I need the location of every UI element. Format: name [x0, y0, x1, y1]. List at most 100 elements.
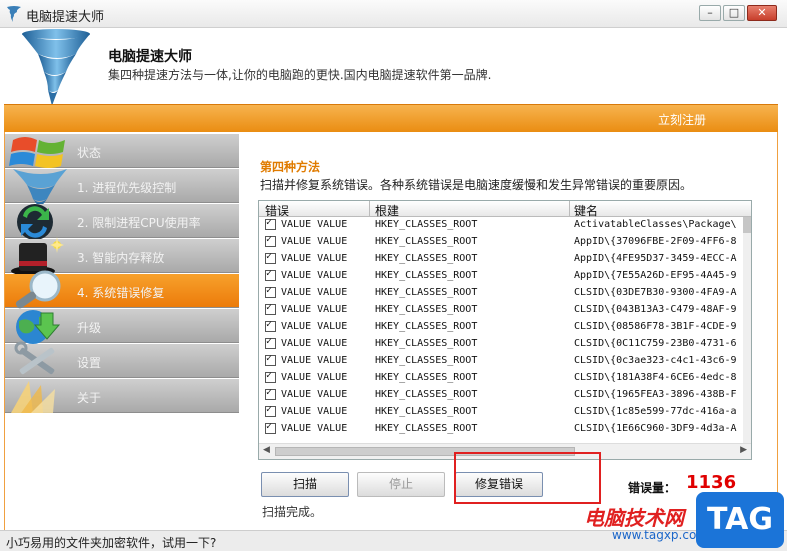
key-cell: CLSID\{03DE7B30-9300-4FA9-A	[574, 287, 737, 298]
table-row[interactable]: VALUE VALUE HKEY_CLASSES_ROOT CLSID\{1965F…	[259, 387, 743, 404]
section-title: 第四种方法	[260, 160, 321, 174]
register-link[interactable]: 立刻注册	[658, 111, 706, 128]
watermark-url: www.tagxp.com	[612, 528, 708, 542]
scroll-thumb[interactable]	[743, 217, 751, 233]
app-logo-icon	[7, 6, 21, 22]
error-cell: VALUE VALUE	[281, 338, 348, 349]
row-checkbox[interactable]	[265, 370, 276, 383]
error-cell: VALUE VALUE	[281, 236, 348, 247]
table-row[interactable]: VALUE VALUE HKEY_CLASSES_ROOT CLSID\{1c85e…	[259, 404, 743, 421]
sidebar-item-label: 状态	[77, 146, 102, 160]
sidebar-item-settings[interactable]: 设置	[5, 341, 239, 378]
row-checkbox[interactable]	[265, 217, 276, 230]
key-cell: AppID\{4FE95D37-3459-4ECC-A	[574, 253, 737, 264]
root-cell: HKEY_CLASSES_ROOT	[375, 389, 478, 400]
error-cell: VALUE VALUE	[281, 389, 348, 400]
table-row[interactable]: VALUE VALUE HKEY_CLASSES_ROOT CLSID\{043B1…	[259, 302, 743, 319]
row-checkbox[interactable]	[265, 268, 276, 281]
row-checkbox[interactable]	[265, 285, 276, 298]
sidebar-item-label: 1. 进程优先级控制	[77, 181, 177, 195]
row-checkbox[interactable]	[265, 251, 276, 264]
table-row[interactable]: VALUE VALUE HKEY_CLASSES_ROOT ActivatableC…	[259, 217, 743, 234]
vertical-scrollbar[interactable]	[743, 217, 751, 443]
row-checkbox[interactable]	[265, 421, 276, 434]
root-cell: HKEY_CLASSES_ROOT	[375, 338, 478, 349]
scan-button[interactable]: 扫描	[261, 472, 349, 497]
sidebar: 状态 1. 进程优先级控制 2. 限制进程CPU使用率 3. 智能内存释放 4.…	[5, 134, 239, 414]
key-cell: CLSID\{1E66C960-3DF9-4d3a-A	[574, 423, 737, 434]
column-divider[interactable]	[569, 201, 570, 217]
sidebar-item-upgrade[interactable]: 升级	[5, 309, 239, 344]
sidebar-item-error-repair[interactable]: 4. 系统错误修复	[5, 270, 239, 309]
table-row[interactable]: VALUE VALUE HKEY_CLASSES_ROOT AppID\{37096…	[259, 234, 743, 251]
error-count-label: 错误量：	[628, 481, 677, 495]
row-checkbox[interactable]	[265, 353, 276, 366]
root-cell: HKEY_CLASSES_ROOT	[375, 304, 478, 315]
section-description: 扫描并修复系统错误。各种系统错误是电脑速度缓慢和发生异常错误的重要原因。	[260, 178, 693, 192]
error-cell: VALUE VALUE	[281, 270, 348, 281]
key-cell: CLSID\{0C11C759-23B0-4731-6	[574, 338, 737, 349]
table-row[interactable]: VALUE VALUE HKEY_CLASSES_ROOT AppID\{7E55A…	[259, 268, 743, 285]
watermark-site-name: 电脑技术网	[584, 506, 684, 530]
tornado-logo-icon	[22, 29, 90, 106]
sidebar-item-cpu-limit[interactable]: 2. 限制进程CPU使用率	[5, 204, 239, 240]
error-cell: VALUE VALUE	[281, 287, 348, 298]
sidebar-item-about[interactable]: 关于	[5, 379, 239, 413]
app-name: 电脑提速大师	[108, 49, 192, 65]
scroll-left-icon[interactable]: ◀	[263, 445, 270, 455]
key-cell: CLSID\{181A38F4-6CE6-4edc-8	[574, 372, 737, 383]
root-cell: HKEY_CLASSES_ROOT	[375, 236, 478, 247]
error-cell: VALUE VALUE	[281, 406, 348, 417]
sidebar-item-label: 2. 限制进程CPU使用率	[77, 216, 201, 230]
table-header: 错误 根建 键名	[259, 201, 751, 218]
stop-button[interactable]: 停止	[357, 472, 445, 497]
table-row[interactable]: VALUE VALUE HKEY_CLASSES_ROOT CLSID\{181A3…	[259, 370, 743, 387]
row-checkbox[interactable]	[265, 336, 276, 349]
sidebar-item-label: 升级	[77, 321, 102, 335]
root-cell: HKEY_CLASSES_ROOT	[375, 321, 478, 332]
root-cell: HKEY_CLASSES_ROOT	[375, 219, 478, 230]
app-slogan: 集四种提速方法与一体,让你的电脑跑的更快.国内电脑提速软件第一品牌.	[108, 68, 492, 82]
row-checkbox[interactable]	[265, 319, 276, 332]
row-checkbox[interactable]	[265, 302, 276, 315]
root-cell: HKEY_CLASSES_ROOT	[375, 270, 478, 281]
minimize-button[interactable]: –	[699, 5, 721, 21]
top-nav-bar: 立刻注册	[4, 104, 778, 132]
sidebar-item-memory-release[interactable]: 3. 智能内存释放	[5, 237, 239, 276]
close-button[interactable]: ✕	[747, 5, 777, 21]
root-cell: HKEY_CLASSES_ROOT	[375, 253, 478, 264]
table-row[interactable]: VALUE VALUE HKEY_CLASSES_ROOT CLSID\{03DE7…	[259, 285, 743, 302]
table-row[interactable]: VALUE VALUE HKEY_CLASSES_ROOT CLSID\{08586…	[259, 319, 743, 336]
window-controls: – □ ✕	[699, 5, 777, 21]
sidebar-item-priority-control[interactable]: 1. 进程优先级控制	[5, 169, 239, 207]
sidebar-item-label: 3. 智能内存释放	[77, 251, 165, 265]
root-cell: HKEY_CLASSES_ROOT	[375, 355, 478, 366]
root-cell: HKEY_CLASSES_ROOT	[375, 287, 478, 298]
light-rays-icon	[11, 381, 55, 413]
maximize-button[interactable]: □	[723, 5, 745, 21]
row-checkbox[interactable]	[265, 404, 276, 417]
table-row[interactable]: VALUE VALUE HKEY_CLASSES_ROOT CLSID\{1E66C…	[259, 421, 743, 438]
scan-status: 扫描完成。	[262, 505, 323, 519]
error-cell: VALUE VALUE	[281, 423, 348, 434]
row-checkbox[interactable]	[265, 234, 276, 247]
title-bar: 电脑提速大师 – □ ✕	[0, 0, 787, 28]
frame-border-right	[777, 132, 778, 532]
root-cell: HKEY_CLASSES_ROOT	[375, 423, 478, 434]
key-cell: CLSID\{08586F78-3B1F-4CDE-9	[574, 321, 737, 332]
key-cell: CLSID\{0c3ae323-c4c1-43c6-9	[574, 355, 737, 366]
promo-link[interactable]: 小巧易用的文件夹加密软件，试用一下?	[6, 534, 216, 551]
key-cell: AppID\{7E55A26D-EF95-4A45-9	[574, 270, 737, 281]
scroll-right-icon[interactable]: ▶	[740, 445, 747, 455]
key-cell: CLSID\{1c85e599-77dc-416a-a	[574, 406, 737, 417]
key-cell: CLSID\{1965FEA3-3896-438B-F	[574, 389, 737, 400]
row-checkbox[interactable]	[265, 387, 276, 400]
sidebar-item-status[interactable]: 状态	[5, 134, 239, 168]
column-divider[interactable]	[369, 201, 370, 217]
table-row[interactable]: VALUE VALUE HKEY_CLASSES_ROOT CLSID\{0C11C…	[259, 336, 743, 353]
watermark-tag-logo: TAG	[696, 492, 784, 548]
table-row[interactable]: VALUE VALUE HKEY_CLASSES_ROOT AppID\{4FE95…	[259, 251, 743, 268]
error-cell: VALUE VALUE	[281, 219, 348, 230]
table-row[interactable]: VALUE VALUE HKEY_CLASSES_ROOT CLSID\{0c3ae…	[259, 353, 743, 370]
sidebar-item-label: 设置	[77, 356, 102, 370]
